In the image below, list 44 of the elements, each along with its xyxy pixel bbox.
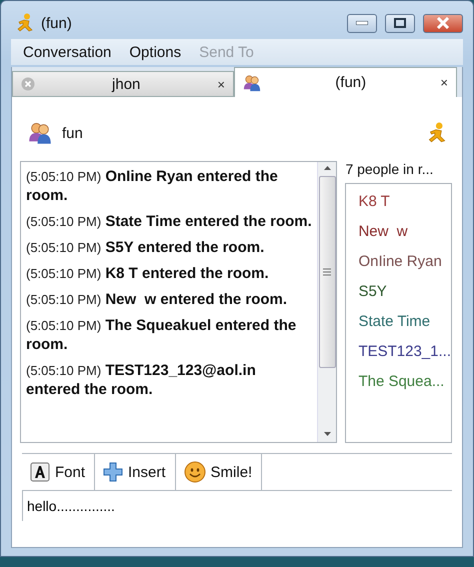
toolbar-button[interactable]: Font	[22, 454, 96, 490]
people-icon	[28, 121, 52, 145]
chat-message: (5:05:10 PM) K8 T entered the room.	[26, 264, 270, 283]
toolbar-button[interactable]: Smile!	[176, 454, 262, 490]
tab-label: (fun)	[334, 74, 368, 91]
chat-message: (5:05:10 PM) New w entered the room.	[26, 290, 288, 309]
maximize-icon	[394, 18, 406, 28]
plus-icon	[103, 462, 124, 482]
scrollbar[interactable]	[317, 162, 336, 442]
running-man-icon	[15, 13, 35, 33]
member-name[interactable]: K8 T	[358, 190, 451, 213]
maximize-button[interactable]	[385, 14, 415, 32]
tab-label: jhon	[110, 76, 142, 92]
people-icon	[243, 74, 261, 92]
chat-message: (5:05:10 PM) TEST123_123@aol.in entered the room.	[26, 361, 257, 399]
chat-message: (5:05:10 PM) State Time entered the room.	[26, 212, 313, 231]
tab[interactable]: (fun) ×	[234, 67, 457, 97]
chat-message: (5:05:10 PM) OnIine Ryan entered the room.	[26, 167, 279, 205]
tab[interactable]: jhon ×	[12, 71, 234, 97]
member-name[interactable]: S5Y	[358, 280, 451, 303]
close-icon	[436, 17, 450, 29]
member-name[interactable]: The Squea...	[358, 370, 451, 393]
minimize-icon	[356, 21, 368, 25]
chat-message: (5:05:10 PM) S5Y entered the room.	[26, 238, 266, 257]
close-button[interactable]	[423, 14, 463, 32]
smiley-icon	[184, 461, 206, 483]
window-title: (fun)	[41, 14, 73, 32]
offline-icon	[21, 77, 35, 91]
menu-item[interactable]: Conversation	[23, 44, 112, 60]
font-icon	[30, 462, 50, 482]
member-name[interactable]: State Time	[358, 310, 451, 333]
member-name[interactable]: OnIine Ryan	[358, 250, 451, 273]
grip-icon	[323, 268, 332, 276]
room-name: fun	[62, 124, 84, 142]
minimize-button[interactable]	[347, 14, 377, 32]
member-name[interactable]: TEST123_1...	[358, 340, 451, 363]
chat-message: (5:05:10 PM) The Squeakuel entered the room.	[26, 316, 298, 354]
running-man-icon	[426, 122, 448, 144]
toolbar-button[interactable]: Insert	[95, 454, 176, 490]
menu-item[interactable]: Options	[129, 44, 182, 60]
tab-close-button[interactable]: ×	[217, 76, 225, 92]
tab-close-button[interactable]: ×	[440, 75, 448, 90]
member-name[interactable]: New w	[358, 220, 451, 243]
people-count: 7 people in r...	[345, 161, 434, 177]
